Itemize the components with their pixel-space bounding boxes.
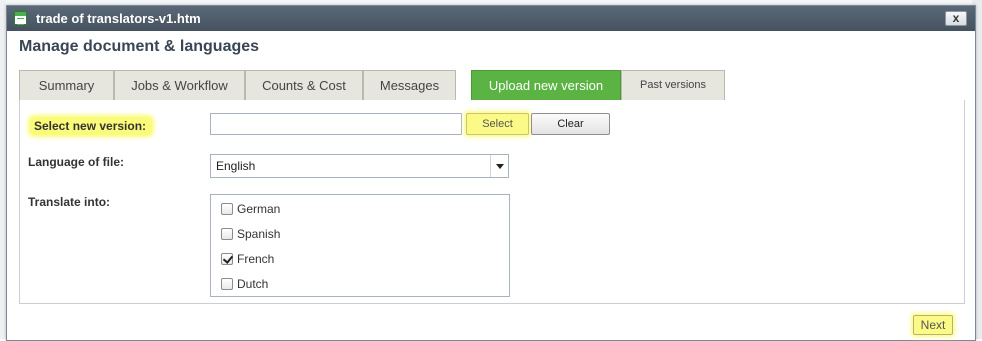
target-language-list: German Spanish French Dutch [210, 194, 510, 297]
dutch-checkbox[interactable] [221, 278, 233, 290]
language-select-value: English [216, 159, 256, 173]
dialog-titlebar[interactable]: trade of translators-v1.htm x [7, 6, 975, 31]
close-button[interactable]: x [945, 11, 967, 26]
tab-past-versions[interactable]: Past versions [621, 70, 725, 100]
next-button[interactable]: Next [913, 315, 953, 335]
french-checkbox[interactable] [221, 253, 233, 265]
file-path-input[interactable] [210, 113, 462, 135]
upload-panel: Select new version: Select Clear Languag… [19, 100, 965, 304]
tab-messages[interactable]: Messages [363, 70, 456, 100]
document-icon [14, 11, 27, 25]
tab-summary[interactable]: Summary [19, 70, 114, 100]
clear-button[interactable]: Clear [531, 113, 610, 135]
tab-counts-cost[interactable]: Counts & Cost [245, 70, 363, 100]
tab-upload-new-version[interactable]: Upload new version [471, 70, 621, 101]
manage-document-dialog: trade of translators-v1.htm x Manage doc… [6, 5, 976, 341]
language-select[interactable]: English [210, 154, 509, 178]
dialog-heading: Manage document & languages [19, 38, 260, 55]
language-of-file-label: Language of file: [28, 155, 124, 169]
german-checkbox[interactable] [221, 203, 233, 215]
spanish-checkbox[interactable] [221, 228, 233, 240]
tab-jobs-workflow[interactable]: Jobs & Workflow [114, 70, 245, 100]
chevron-down-icon[interactable] [490, 155, 508, 177]
select-button[interactable]: Select [466, 113, 529, 135]
translate-into-label: Translate into: [28, 195, 111, 209]
select-version-label: Select new version: [30, 117, 153, 135]
dialog-title: trade of translators-v1.htm [36, 11, 201, 26]
